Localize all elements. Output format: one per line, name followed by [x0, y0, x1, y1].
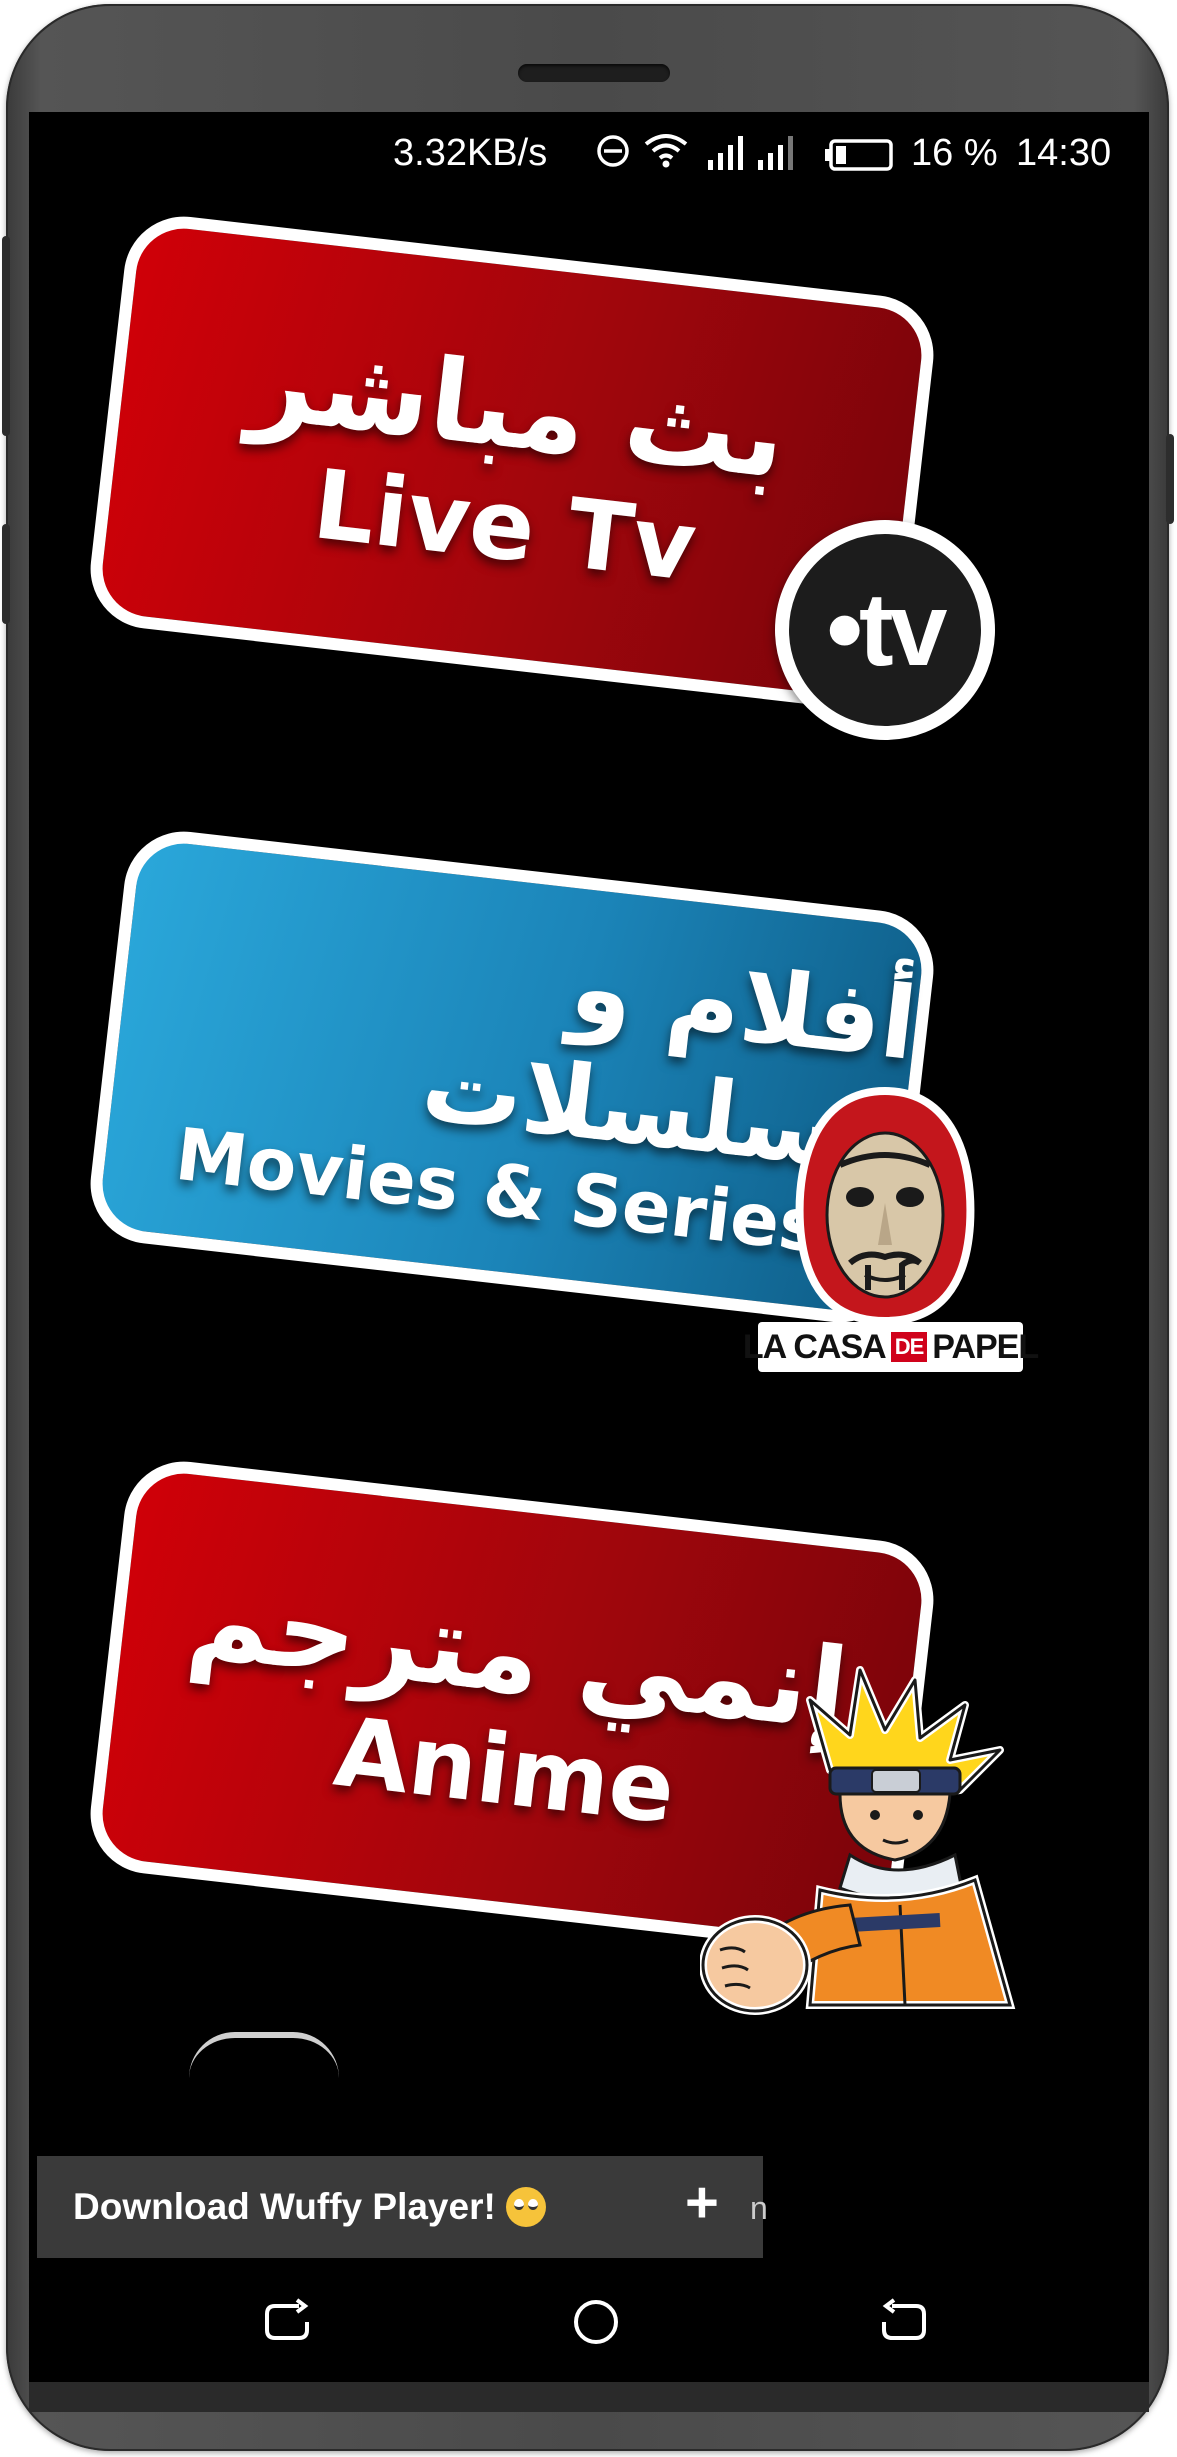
wifi-icon: [642, 130, 690, 180]
ad-title: Download Wuffy Player!: [73, 2186, 496, 2227]
status-bar: 3.32KB/s 16 % 14:30: [29, 112, 1149, 192]
logo-text-right: PAPEL: [932, 1327, 1039, 1366]
ad-text: Download Wuffy Player!: [73, 2186, 546, 2228]
side-button-left-lower: [2, 524, 10, 624]
signal-icon: [706, 132, 750, 182]
side-button-right: [1166, 434, 1174, 524]
do-not-disturb-icon: [596, 134, 630, 178]
screen: 3.32KB/s 16 % 14:30 بث مباشر Live Tv •tv…: [29, 112, 1149, 2382]
dali-mask-icon: [790, 1085, 980, 1326]
logo-text-mid: DE: [890, 1332, 928, 1362]
la-casa-de-papel-logo: LA CASA DE PAPEL: [743, 1322, 1039, 1372]
ad-add-button[interactable]: +: [685, 2174, 719, 2232]
ad-banner[interactable]: Download Wuffy Player! +: [37, 2156, 763, 2258]
tv-logo-text: •tv: [826, 571, 948, 688]
home-icon[interactable]: [566, 2292, 626, 2352]
tv-logo-icon: •tv: [775, 520, 995, 740]
recents-icon[interactable]: [874, 2292, 934, 2352]
anime-character-icon: [699, 1660, 1030, 2025]
logo-text-left: LA CASA: [742, 1327, 887, 1366]
battery-percent: 16 %: [911, 132, 998, 174]
clock: 14:30: [1016, 132, 1112, 174]
phone-chin: [29, 2382, 1149, 2412]
side-button-left-upper: [2, 236, 10, 436]
earpiece-speaker: [518, 64, 670, 82]
network-speed: 3.32KB/s: [393, 132, 548, 174]
back-icon[interactable]: [257, 2292, 317, 2352]
ad-trailing-text: n: [750, 2190, 768, 2226]
next-menu-item-edge: [189, 2032, 339, 2078]
battery-icon: [825, 138, 895, 181]
navigation-bar: [29, 2262, 1149, 2382]
signal-icon: [756, 132, 800, 182]
eye-roll-emoji-icon: [505, 2187, 546, 2227]
